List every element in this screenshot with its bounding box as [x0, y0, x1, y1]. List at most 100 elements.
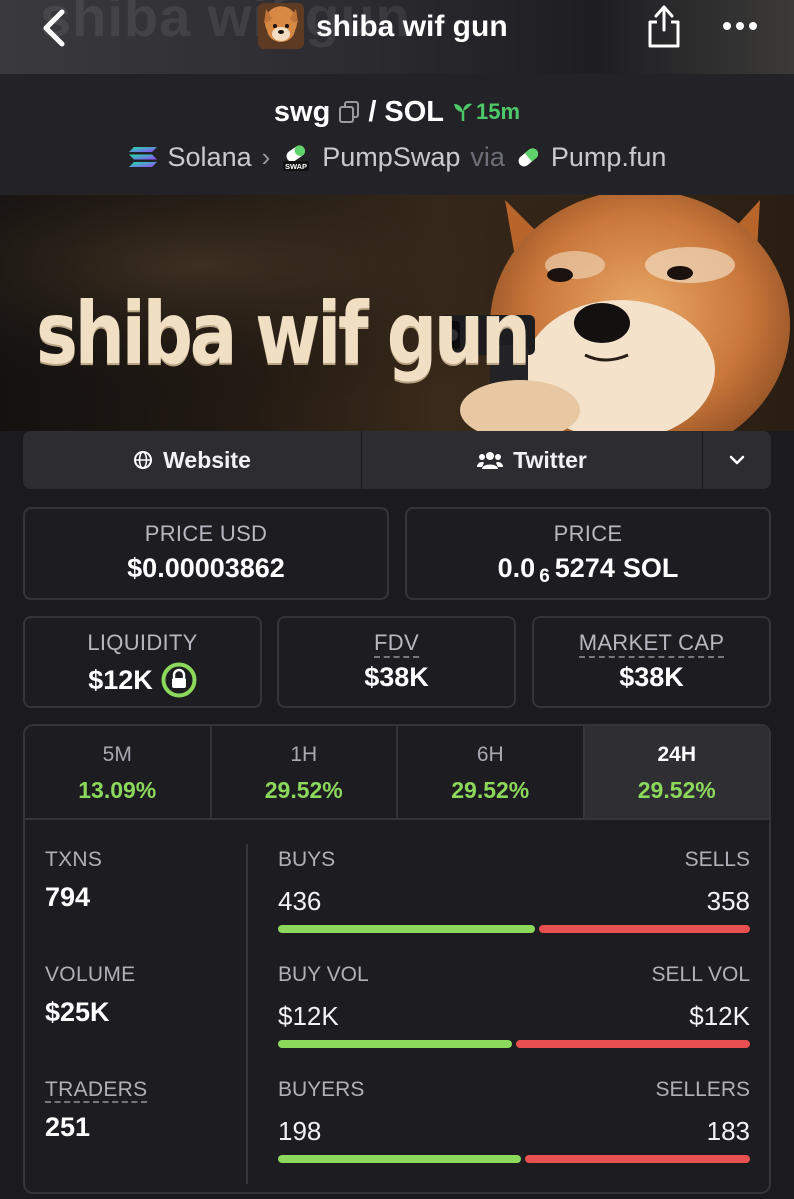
token-banner: shiba wif gun	[0, 195, 794, 431]
dex-name[interactable]: PumpSwap	[322, 142, 460, 173]
solana-icon	[128, 147, 157, 167]
more-links-dropdown[interactable]	[703, 431, 771, 489]
price-native-prefix: 0.0	[497, 553, 536, 583]
buyers-label: BUYERS	[278, 1078, 365, 1101]
stats-panel: 5M 13.09% 1H 29.52% 6H 29.52% 24H 29.52%…	[23, 724, 771, 1194]
token-avatar	[258, 3, 304, 49]
market-cap-label[interactable]: MARKET CAP	[578, 630, 725, 658]
more-icon[interactable]	[722, 20, 758, 32]
market-cap-card: MARKET CAP $38K	[532, 616, 771, 708]
tab-24h[interactable]: 24H 29.52%	[584, 726, 769, 818]
volume-ratio-bar	[278, 1040, 750, 1048]
liquidity-label: LIQUIDITY	[87, 630, 198, 655]
page-title: shiba wif gun	[316, 10, 508, 43]
pair-quote-symbol: SOL	[384, 95, 445, 128]
price-native-digits: 5274	[554, 553, 615, 583]
globe-icon	[134, 451, 153, 469]
sell-vol-value: $12K	[689, 1001, 750, 1031]
buy-bar	[278, 1155, 521, 1163]
pair-age-value: 15m	[476, 99, 521, 124]
chevron-down-icon	[729, 455, 745, 465]
sells-value: 358	[706, 886, 750, 916]
buy-vol-value: $12K	[278, 1001, 339, 1031]
price-native-card: PRICE 0.0 6 5274 SOL	[405, 507, 771, 600]
fdv-card: FDV $38K	[277, 616, 516, 708]
seedling-icon	[454, 103, 473, 121]
tab-change: 29.52%	[637, 777, 716, 803]
pair-base-symbol: swg	[273, 95, 331, 128]
tab-6h[interactable]: 6H 29.52%	[398, 726, 585, 818]
tab-label: 6H	[476, 743, 504, 766]
buy-vol-label: BUY VOL	[278, 963, 369, 986]
volume-value: $25K	[45, 997, 110, 1027]
volume-label: VOLUME	[45, 963, 136, 986]
back-arrow-icon[interactable]	[38, 8, 72, 48]
lock-icon[interactable]	[161, 662, 197, 698]
website-button[interactable]: Website	[23, 431, 362, 489]
price-native-unit: SOL	[622, 553, 679, 583]
price-usd-card: PRICE USD $0.00003862	[23, 507, 389, 600]
pair-header	[0, 74, 794, 195]
pair-line: swg / SOL 15m	[0, 94, 794, 130]
price-native-value: 0.0 6 5274 SOL	[407, 553, 769, 587]
buy-bar	[278, 1040, 512, 1048]
sellers-label: SELLERS	[655, 1078, 750, 1101]
tab-label: 1H	[290, 743, 318, 766]
sell-bar	[525, 1155, 750, 1163]
liquidity-value-row: $12K	[25, 662, 260, 698]
tab-1h[interactable]: 1H 29.52%	[212, 726, 398, 818]
traders-metric: TRADERS 251	[45, 1078, 148, 1143]
traders-split-row: BUYERS SELLERS 198 183	[278, 1078, 750, 1188]
txns-metric: TXNS 794	[45, 848, 102, 913]
via-label: via	[470, 141, 505, 172]
launchpad-name[interactable]: Pump.fun	[551, 142, 667, 173]
breadcrumb-chevron-icon: ›	[261, 141, 271, 172]
pair-separator: /	[368, 95, 377, 128]
sells-label: SELLS	[684, 848, 750, 871]
sell-bar	[516, 1040, 750, 1048]
tab-label: 24H	[657, 743, 697, 766]
price-native-label: PRICE	[553, 521, 623, 546]
tab-5m[interactable]: 5M 13.09%	[25, 726, 212, 818]
copy-icon[interactable]	[338, 100, 360, 124]
twitter-button[interactable]: Twitter	[362, 431, 703, 489]
tab-label: 5M	[102, 743, 132, 766]
market-cap-value: $38K	[619, 662, 684, 692]
buyers-value: 198	[278, 1116, 322, 1146]
traders-label[interactable]: TRADERS	[45, 1078, 148, 1103]
traders-ratio-bar	[278, 1155, 750, 1163]
txns-ratio-bar	[278, 925, 750, 933]
users-icon	[477, 452, 504, 469]
fdv-label[interactable]: FDV	[374, 630, 419, 658]
liquidity-value: $12K	[88, 664, 153, 695]
volume-metric: VOLUME $25K	[45, 963, 136, 1028]
column-divider	[246, 844, 248, 1184]
traders-value: 251	[45, 1112, 91, 1142]
social-links: Website Twitter	[23, 431, 771, 489]
top-nav-bar: shiba wif gun shiba wif gun	[0, 0, 794, 74]
banner-title: shiba wif gun	[36, 284, 531, 384]
liquidity-card: LIQUIDITY $12K	[23, 616, 262, 708]
price-native-zero-count: 6	[539, 565, 550, 587]
price-usd-value: $0.00003862	[127, 553, 285, 583]
txns-value: 794	[45, 882, 91, 912]
twitter-label: Twitter	[513, 446, 587, 473]
txns-label: TXNS	[45, 848, 103, 871]
tab-change: 29.52%	[451, 777, 530, 803]
sell-bar	[539, 925, 750, 933]
pill-icon	[518, 148, 538, 167]
buy-bar	[278, 925, 535, 933]
pumpswap-icon: SWAP	[283, 145, 310, 171]
chain-breadcrumb: Solana › SWAP PumpSwap via Pump.fun	[0, 138, 794, 176]
price-usd-label: PRICE USD	[144, 521, 268, 546]
txns-split-row: BUYS SELLS 436 358	[278, 848, 750, 958]
pair-age: 15m	[452, 99, 520, 125]
tab-change: 13.09%	[78, 777, 157, 803]
share-icon[interactable]	[644, 2, 684, 50]
chain-name[interactable]: Solana	[168, 142, 252, 173]
pumpswap-badge: SWAP	[285, 162, 307, 171]
volume-split-row: BUY VOL SELL VOL $12K $12K	[278, 963, 750, 1073]
timeframe-tabs: 5M 13.09% 1H 29.52% 6H 29.52% 24H 29.52%	[25, 726, 769, 820]
buys-label: BUYS	[278, 848, 336, 871]
sell-vol-label: SELL VOL	[651, 963, 750, 986]
